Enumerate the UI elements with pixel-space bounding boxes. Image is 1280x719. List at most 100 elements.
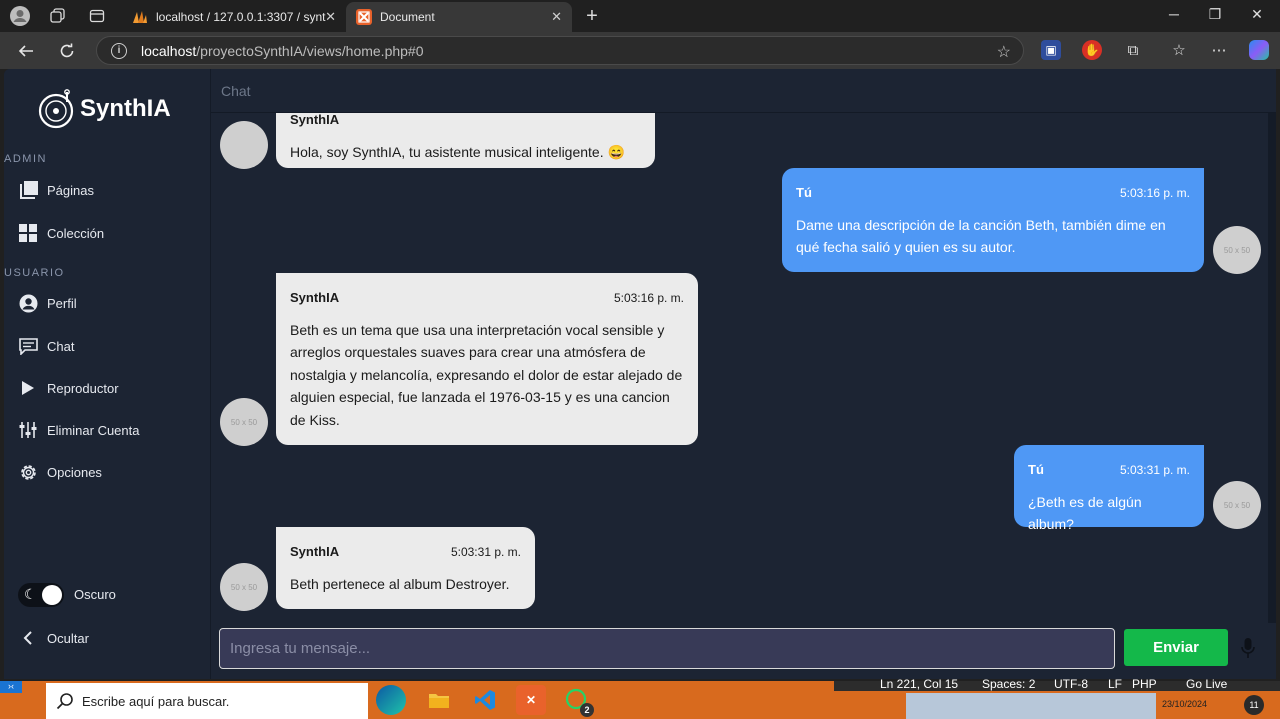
- grid-icon: [18, 223, 38, 243]
- sidebar-item-perfil[interactable]: Perfil: [18, 288, 77, 318]
- status-encoding[interactable]: UTF-8: [1054, 677, 1088, 691]
- sidebar-item-eliminar-cuenta[interactable]: Eliminar Cuenta: [18, 415, 140, 445]
- message-bubble-user: Tú 5:03:31 p. m. ¿Beth es de algún album?: [1014, 445, 1204, 532]
- extension-icon[interactable]: ▣: [1041, 40, 1061, 60]
- sidebar-item-label: Eliminar Cuenta: [47, 422, 140, 438]
- xampp-app-icon[interactable]: ✕: [516, 685, 546, 715]
- app-container: SynthIA ADMIN Páginas Colección USUARIO: [4, 69, 1276, 679]
- remote-indicator-icon[interactable]: ›‹: [0, 681, 22, 693]
- site-info-icon[interactable]: i: [111, 42, 127, 59]
- status-spaces[interactable]: Spaces: 2: [982, 677, 1035, 691]
- notification-count[interactable]: 11: [1244, 695, 1264, 715]
- copilot-icon[interactable]: [1249, 40, 1269, 60]
- phpmyadmin-icon: [132, 9, 148, 25]
- sidebar-item-label: Reproductor: [47, 380, 119, 396]
- message-text: ¿Beth es de algún album?: [1028, 493, 1142, 533]
- message-time: 5:03:16 p. m.: [613, 291, 684, 305]
- page-viewport: SynthIA ADMIN Páginas Colección USUARIO: [0, 69, 1280, 681]
- file-explorer-icon[interactable]: [424, 685, 454, 715]
- tab-title: localhost / 127.0.0.1:3307 / synth: [156, 10, 326, 24]
- extensions-puzzle-icon[interactable]: ⧉: [1123, 40, 1143, 60]
- sliders-icon: [18, 420, 38, 440]
- adblock-icon[interactable]: ✋: [1082, 40, 1102, 60]
- taskbar-date[interactable]: 23/10/2024: [1162, 699, 1207, 709]
- restore-icon[interactable]: ❐: [1203, 6, 1227, 23]
- send-button[interactable]: Enviar: [1124, 629, 1228, 666]
- message-time: 5:03:16 p. m.: [1119, 186, 1190, 200]
- message-input[interactable]: [219, 628, 1115, 669]
- status-position[interactable]: Ln 221, Col 15: [880, 677, 958, 691]
- section-title-admin: ADMIN: [4, 153, 47, 165]
- taskbar-search[interactable]: Escribe aquí para buscar.: [46, 683, 368, 719]
- search-icon: [56, 693, 73, 710]
- microphone-icon[interactable]: [1241, 637, 1255, 659]
- sidebar: SynthIA ADMIN Páginas Colección USUARIO: [4, 69, 211, 679]
- address-bar[interactable]: i localhost /proyectoSynthIA/views/home.…: [96, 36, 1024, 65]
- edge-app-icon[interactable]: [376, 685, 406, 715]
- chat-panel: Chat SynthIA Hola, soy SynthIA, tu asist…: [211, 69, 1276, 679]
- pages-icon: [18, 180, 38, 200]
- avatar: [220, 121, 268, 169]
- sidebar-item-coleccion[interactable]: Colección: [18, 218, 104, 248]
- avatar: 50 x 50: [1213, 226, 1261, 274]
- browser-tab-bar: localhost / 127.0.0.1:3307 / synth ✕ Doc…: [0, 0, 1280, 32]
- browser-toolbar: i localhost /proyectoSynthIA/views/home.…: [0, 32, 1280, 69]
- sidebar-item-chat[interactable]: Chat: [18, 331, 74, 361]
- avatar: 50 x 50: [220, 563, 268, 611]
- vscode-status-bar: Ln 221, Col 15 Spaces: 2 UTF-8 LF PHP Go…: [834, 677, 1280, 691]
- whatsapp-badge: 2: [580, 703, 594, 717]
- brand-logo[interactable]: SynthIA: [36, 89, 171, 129]
- sidebar-item-opciones[interactable]: Opciones: [18, 457, 102, 487]
- windows-taskbar: ›‹ Escribe aquí para buscar. ✕ 2 Ln 221,…: [0, 677, 1280, 719]
- sidebar-item-label: Páginas: [47, 182, 94, 198]
- hide-sidebar-button[interactable]: Ocultar: [18, 623, 89, 653]
- document-icon: [356, 9, 372, 25]
- favorites-icon[interactable]: ☆: [1169, 40, 1189, 60]
- back-icon[interactable]: [14, 39, 38, 63]
- address-host: localhost: [141, 42, 197, 59]
- close-window-icon[interactable]: ✕: [1245, 6, 1269, 23]
- section-title-usuario: USUARIO: [4, 267, 65, 279]
- tab-phpmyadmin[interactable]: localhost / 127.0.0.1:3307 / synth ✕: [122, 2, 346, 32]
- status-language[interactable]: PHP: [1132, 677, 1157, 691]
- tab-title: Document: [380, 10, 435, 24]
- address-path: /proyectoSynthIA/views/home.php#0: [196, 42, 424, 59]
- reload-icon[interactable]: [55, 39, 79, 63]
- chat-icon: [18, 336, 38, 356]
- close-tab-icon[interactable]: ✕: [325, 9, 336, 25]
- theme-toggle[interactable]: ☾: [18, 583, 64, 607]
- new-tab-icon[interactable]: +: [581, 5, 603, 27]
- workspaces-icon[interactable]: [47, 5, 69, 27]
- message-text: Hola, soy SynthIA, tu asistente musical …: [290, 143, 625, 160]
- vscode-app-icon[interactable]: [470, 685, 500, 715]
- sidebar-item-reproductor[interactable]: Reproductor: [18, 373, 119, 403]
- tab-document[interactable]: Document ✕: [346, 2, 572, 32]
- scrollbar[interactable]: [1268, 113, 1276, 623]
- avatar: 50 x 50: [1213, 481, 1261, 529]
- message-bubble-bot: SynthIA 5:03:16 p. m. Beth es un tema que…: [276, 273, 698, 445]
- whatsapp-app-icon[interactable]: 2: [562, 685, 594, 717]
- message-time: 5:03:31 p. m.: [450, 545, 521, 559]
- status-go-live[interactable]: Go Live: [1186, 677, 1227, 691]
- vinyl-disc-icon: [38, 89, 74, 129]
- user-icon: [18, 293, 38, 313]
- sidebar-item-paginas[interactable]: Páginas: [18, 175, 94, 205]
- more-menu-icon[interactable]: ⋯: [1209, 40, 1229, 60]
- message-list[interactable]: SynthIA Hola, soy SynthIA, tu asistente …: [211, 113, 1276, 623]
- favorite-star-icon[interactable]: ☆: [997, 42, 1011, 62]
- profile-icon[interactable]: [9, 5, 31, 27]
- avatar: 50 x 50: [220, 398, 268, 446]
- chevron-left-icon: [18, 628, 38, 648]
- message-time: 5:03:31 p. m.: [1119, 463, 1190, 477]
- toggle-knob: [42, 585, 62, 605]
- minimize-icon[interactable]: ─: [1162, 6, 1186, 22]
- gear-icon: [18, 462, 38, 482]
- message-text: Beth es un tema que usa una interpretaci…: [290, 321, 683, 428]
- wallpaper-strip: [906, 693, 1156, 719]
- status-eol[interactable]: LF: [1108, 677, 1122, 691]
- tab-actions-icon[interactable]: [86, 5, 108, 27]
- message-author: SynthIA: [290, 544, 340, 559]
- message-author: Tú: [796, 185, 812, 200]
- close-tab-icon[interactable]: ✕: [551, 9, 562, 25]
- search-placeholder: Escribe aquí para buscar.: [82, 693, 230, 709]
